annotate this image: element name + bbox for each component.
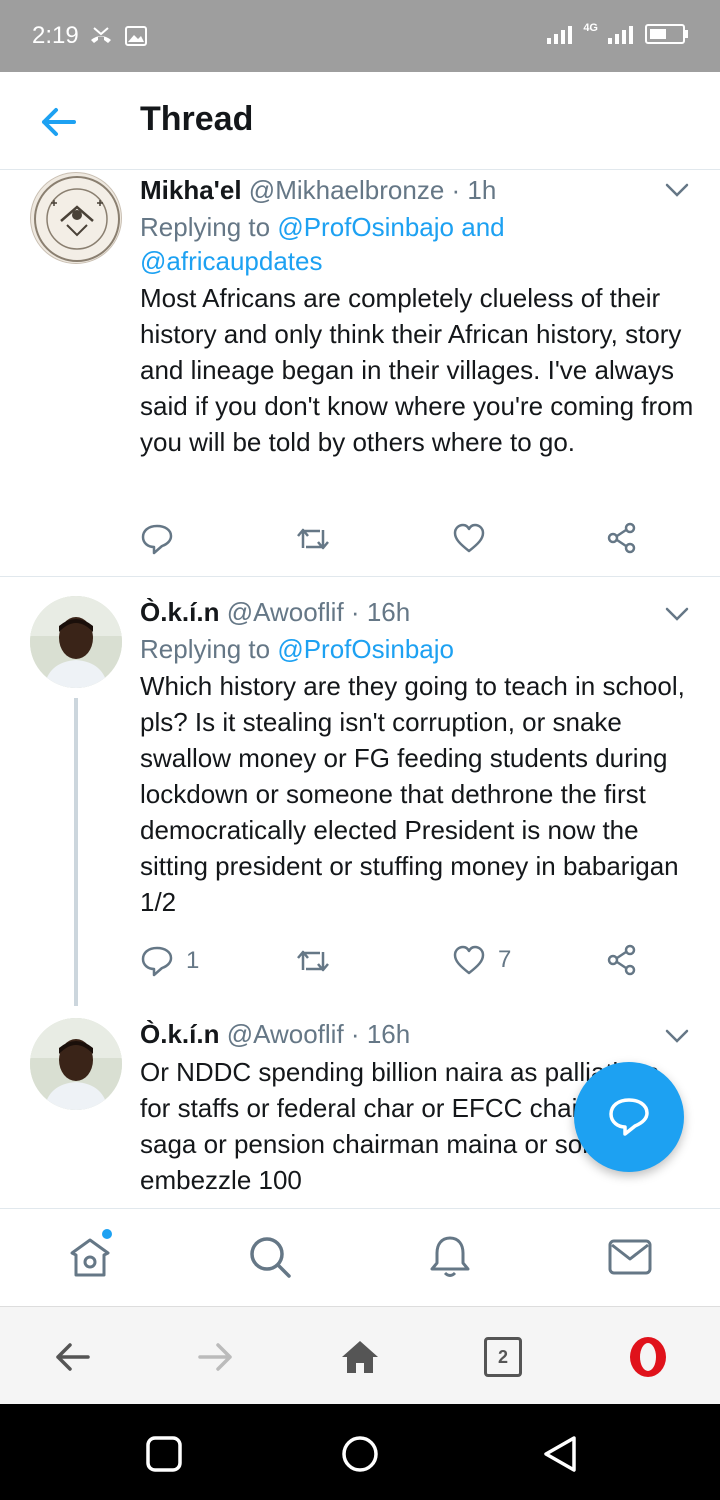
mail-icon[interactable]	[606, 1233, 654, 1281]
replying-to-label: Replying to	[140, 212, 271, 242]
tweet-time: 16h	[366, 1019, 411, 1049]
profile-photo	[30, 596, 122, 688]
time-separator: ·	[451, 175, 461, 205]
browser-home-icon[interactable]	[338, 1335, 382, 1379]
back-triangle-icon[interactable]	[540, 1434, 580, 1474]
tweet-1[interactable]: Mikha'el @Mikhaelbronze · 1h Replying to…	[0, 170, 720, 576]
share-button[interactable]	[606, 522, 638, 554]
author-name[interactable]: Mikha'el	[140, 175, 242, 205]
avatar[interactable]	[30, 596, 122, 688]
compose-reply-button[interactable]	[574, 1062, 684, 1172]
profile-photo	[30, 1018, 122, 1110]
avatar[interactable]	[30, 172, 122, 264]
reply-button[interactable]: 1	[140, 944, 199, 978]
system-nav-bar	[0, 1404, 720, 1500]
status-time: 2:19	[32, 22, 79, 49]
signal-icon-2	[608, 26, 633, 44]
like-button[interactable]	[452, 522, 498, 554]
like-count: 7	[498, 946, 512, 973]
app-header: Thread	[0, 72, 720, 170]
browser-toolbar: 2	[0, 1306, 720, 1404]
missed-call-icon	[91, 27, 111, 43]
tweet-time: 1h	[467, 175, 497, 205]
tab-count[interactable]: 2	[484, 1337, 522, 1377]
reply-count: 1	[186, 947, 200, 974]
avatar[interactable]	[30, 1018, 122, 1110]
signal-icon	[547, 26, 573, 44]
share-icon	[607, 944, 636, 976]
status-icons-right: 4G	[545, 22, 690, 46]
tweet-header: Ò.k.í.n @Awooflif · 16h	[140, 596, 694, 628]
like-icon	[453, 945, 485, 975]
tweet-actions: 1 7	[140, 944, 660, 984]
replying-to-label: Replying to	[140, 634, 271, 664]
time-separator: ·	[350, 597, 360, 627]
image-icon	[125, 26, 147, 46]
battery-icon	[645, 24, 688, 44]
share-icon	[607, 522, 636, 554]
tweet-actions	[140, 522, 660, 562]
bottom-tab-bar	[0, 1208, 720, 1306]
author-handle[interactable]: @Awooflif	[227, 597, 344, 627]
tweet-divider	[0, 576, 720, 577]
author-handle[interactable]: @Awooflif	[227, 1019, 344, 1049]
recents-icon[interactable]	[144, 1434, 184, 1474]
reply-mentions[interactable]: @ProfOsinbajo	[277, 634, 454, 664]
author-name[interactable]: Ò.k.í.n	[140, 1019, 219, 1049]
status-bar: 2:19 4G	[0, 0, 720, 72]
browser-back-icon[interactable]	[50, 1335, 94, 1379]
status-icons-left	[88, 24, 148, 48]
bell-icon[interactable]	[426, 1233, 474, 1281]
tweet-text: Most Africans are completely clueless of…	[140, 283, 694, 457]
chevron-down-icon[interactable]	[664, 182, 690, 198]
thread-connector-line	[74, 698, 78, 1006]
replying-to: Replying to @ProfOsinbajo	[140, 632, 694, 666]
time-separator: ·	[350, 1019, 360, 1049]
tweet-text: Which history are they going to teach in…	[140, 671, 685, 917]
author-handle[interactable]: @Mikhaelbronze	[249, 175, 444, 205]
tweet-header: Ò.k.í.n @Awooflif · 16h	[140, 1018, 694, 1050]
seal-avatar-image	[34, 176, 120, 262]
search-icon[interactable]	[246, 1233, 294, 1281]
reply-button[interactable]	[140, 522, 186, 556]
network-type: 4G	[583, 22, 598, 34]
home-circle-icon[interactable]	[340, 1434, 380, 1474]
like-icon	[453, 523, 485, 553]
retweet-icon	[297, 950, 329, 972]
opera-menu-icon[interactable]	[626, 1335, 670, 1379]
tweet-header: Mikha'el @Mikhaelbronze · 1h	[140, 174, 694, 206]
replying-to: Replying to @ProfOsinbajo and @africaupd…	[140, 210, 694, 278]
share-button[interactable]	[606, 944, 638, 976]
chevron-down-icon[interactable]	[664, 606, 690, 622]
home-icon[interactable]	[66, 1233, 114, 1281]
reply-icon	[141, 524, 173, 555]
author-name[interactable]: Ò.k.í.n	[140, 597, 219, 627]
retweet-icon	[297, 528, 329, 550]
chevron-down-icon[interactable]	[664, 1028, 690, 1044]
tweet-2[interactable]: Ò.k.í.n @Awooflif · 16h Replying to @Pro…	[0, 594, 720, 1004]
notification-dot	[102, 1229, 112, 1239]
tweet-time: 16h	[366, 597, 411, 627]
retweet-button[interactable]	[295, 522, 331, 556]
reply-icon	[141, 946, 173, 977]
browser-forward-icon[interactable]	[194, 1335, 238, 1379]
like-button[interactable]: 7	[452, 944, 511, 976]
page-title: Thread	[140, 100, 254, 138]
retweet-button[interactable]	[295, 944, 331, 978]
reply-bubble-icon	[609, 1098, 649, 1136]
back-arrow-icon[interactable]	[38, 104, 78, 140]
